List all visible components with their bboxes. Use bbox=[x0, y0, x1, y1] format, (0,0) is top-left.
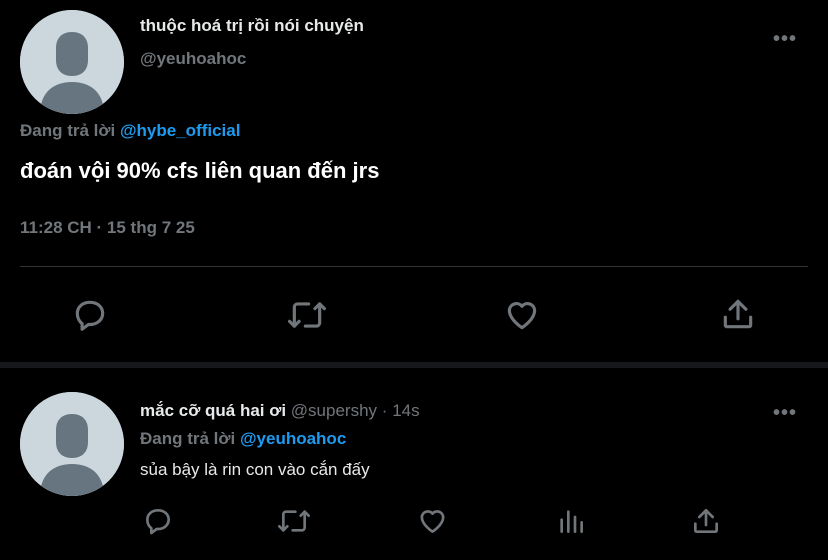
retweet-icon[interactable] bbox=[285, 296, 329, 334]
more-options-icon[interactable]: ••• bbox=[773, 29, 797, 49]
separator-dot: · bbox=[381, 401, 388, 420]
replying-to: Đang trả lời @hybe_official bbox=[20, 121, 240, 141]
more-options-icon[interactable]: ••• bbox=[773, 403, 797, 423]
retweet-icon[interactable] bbox=[276, 505, 312, 537]
like-icon[interactable] bbox=[416, 505, 449, 537]
reply-icon[interactable] bbox=[71, 296, 109, 334]
tweet-text: đoán vội 90% cfs liên quan đến jrs bbox=[20, 158, 380, 183]
replying-to-mention[interactable]: @yeuhoahoc bbox=[240, 429, 346, 448]
user-handle[interactable]: @supershy bbox=[291, 401, 377, 420]
tweet-time-ago[interactable]: 14s bbox=[392, 401, 419, 420]
tweet-text: sủa bậy là rin con vào cắn đấy bbox=[140, 460, 370, 479]
like-icon[interactable] bbox=[502, 296, 542, 334]
reply-icon[interactable] bbox=[142, 505, 174, 537]
display-name[interactable]: thuộc hoá trị rồi nói chuyện bbox=[140, 16, 364, 36]
avatar[interactable] bbox=[20, 10, 124, 114]
replying-to-mention[interactable]: @hybe_official bbox=[120, 121, 241, 140]
share-icon[interactable] bbox=[690, 504, 722, 538]
display-name[interactable]: mắc cỡ quá hai ơi bbox=[140, 401, 286, 420]
main-tweet: thuộc hoá trị rồi nói chuyện @yeuhoahoc … bbox=[0, 0, 828, 362]
default-avatar-icon bbox=[20, 10, 124, 114]
replying-to: Đang trả lời @yeuhoahoc bbox=[140, 429, 346, 449]
reply-tweet[interactable]: mắc cỡ quá hai ơi @supershy · 14s ••• Đa… bbox=[0, 368, 828, 560]
user-handle[interactable]: @yeuhoahoc bbox=[140, 49, 246, 69]
replying-to-label: Đang trả lời bbox=[20, 121, 116, 140]
analytics-icon[interactable] bbox=[555, 505, 587, 537]
tweet-timestamp[interactable]: 11:28 CH · 15 thg 7 25 bbox=[20, 218, 195, 238]
default-avatar-icon bbox=[20, 392, 124, 496]
reply-header: mắc cỡ quá hai ơi @supershy · 14s bbox=[140, 401, 420, 421]
share-icon[interactable] bbox=[719, 294, 757, 334]
avatar[interactable] bbox=[20, 392, 124, 496]
replying-to-label: Đang trả lời bbox=[140, 429, 236, 448]
divider bbox=[20, 266, 808, 267]
